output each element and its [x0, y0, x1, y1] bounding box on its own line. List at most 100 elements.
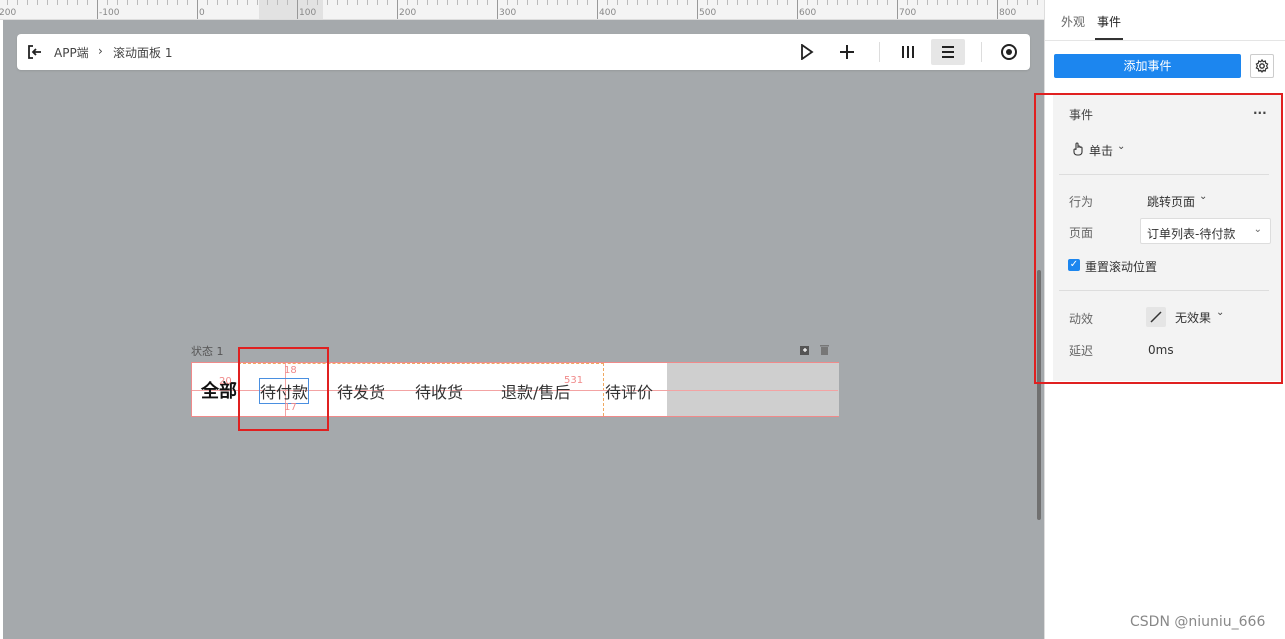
ruler-tick [707, 0, 708, 5]
ruler-tick [897, 0, 898, 19]
ruler-tick [677, 0, 678, 5]
ruler-tick [517, 0, 518, 5]
ruler-tick [837, 0, 838, 5]
ruler-tick [947, 0, 948, 5]
tab-appearance[interactable]: 外观 [1061, 13, 1085, 30]
ruler-tick [127, 0, 128, 5]
ruler-tick [557, 0, 558, 5]
ruler-tick [97, 0, 98, 19]
ruler-tick [277, 0, 278, 5]
ruler-tick [327, 0, 328, 5]
columns-icon[interactable] [896, 40, 920, 64]
ruler-tick [857, 0, 858, 5]
ruler-tick [257, 0, 258, 5]
ruler-tick [187, 0, 188, 5]
ruler-label: -100 [99, 8, 120, 18]
ruler-tick [757, 0, 758, 5]
ruler-tick [667, 0, 668, 5]
ruler-tick [927, 0, 928, 5]
ruler-tick [367, 0, 368, 5]
ruler-tick [747, 0, 748, 5]
menu-icon[interactable] [931, 39, 965, 65]
ruler-tick [1007, 0, 1008, 5]
ruler-tick [267, 0, 268, 5]
ruler-tick [437, 0, 438, 5]
state-label: 状态 1 [191, 345, 224, 358]
breadcrumb-root[interactable]: APP端 [54, 44, 89, 61]
breadcrumb-current: 滚动面板 1 [113, 46, 173, 60]
ruler-tick [67, 0, 68, 5]
ruler-tick [547, 0, 548, 5]
ruler-tick [717, 0, 718, 5]
ruler-tick [487, 0, 488, 5]
measure-right: 531 [564, 375, 584, 386]
component-actions [800, 344, 830, 355]
exit-icon[interactable] [25, 42, 45, 62]
toolbar-divider [879, 42, 880, 62]
ruler-tick [967, 0, 968, 5]
tab-pending-shipment[interactable]: 待发货 [337, 379, 385, 403]
ruler-tick [1017, 0, 1018, 5]
highlight-box [238, 347, 329, 431]
ruler-tick [587, 0, 588, 5]
tab-refund[interactable]: 退款/售后 [501, 379, 570, 403]
ruler-tick [207, 0, 208, 5]
ruler-tick [827, 0, 828, 5]
ruler-tick [87, 0, 88, 5]
design-canvas[interactable]: 200 -100 0 100 200 300 400 500 600 700 800 APP端 › … [0, 0, 1044, 639]
highlight-box [1034, 93, 1283, 384]
tab-events[interactable]: 事件 [1097, 13, 1121, 30]
ruler-tick [917, 0, 918, 5]
ruler-tick [137, 0, 138, 5]
ruler-tick [617, 0, 618, 5]
horizontal-ruler: 200 -100 0 100 200 300 400 500 600 700 800 [0, 0, 1044, 20]
watermark: CSDN @niuniu_666 [1130, 614, 1266, 630]
ruler-tick [37, 0, 38, 5]
add-event-button[interactable]: 添加事件 [1054, 54, 1241, 78]
ruler-label: 400 [599, 8, 617, 18]
target-icon[interactable] [997, 40, 1021, 64]
ruler-tick [727, 0, 728, 5]
ruler-tick [597, 0, 598, 19]
ruler-tick [307, 0, 308, 5]
ruler-tick [497, 0, 498, 19]
tab-pending-review[interactable]: 待评价 [605, 379, 653, 403]
play-icon[interactable] [795, 40, 819, 64]
ruler-tick [17, 0, 18, 5]
ruler-tick [687, 0, 688, 5]
ruler-tick [847, 0, 848, 5]
ruler-tick [347, 0, 348, 5]
plus-icon[interactable] [835, 40, 859, 64]
ruler-tick [527, 0, 528, 5]
ruler-tick [627, 0, 628, 5]
ruler-tick [27, 0, 28, 5]
breadcrumb-separator: › [98, 44, 103, 58]
ruler-label: 0 [199, 8, 205, 18]
measure-left: 20 [219, 376, 232, 387]
ruler-tick [157, 0, 158, 5]
ruler-tick [607, 0, 608, 5]
duplicate-icon[interactable] [800, 344, 811, 355]
ruler-tick [637, 0, 638, 5]
ruler-tick [657, 0, 658, 5]
ruler-tick [337, 0, 338, 5]
ruler-tick [647, 0, 648, 5]
ruler-tick [937, 0, 938, 5]
ruler-tick [427, 0, 428, 5]
ruler-tick [197, 0, 198, 19]
ruler-tick [387, 0, 388, 5]
trash-icon[interactable] [819, 344, 830, 355]
ruler-tick [797, 0, 798, 19]
ruler-tick [237, 0, 238, 5]
ruler-tick [397, 0, 398, 19]
ruler-tick [977, 0, 978, 5]
ruler-tick [47, 0, 48, 5]
ruler-tick [507, 0, 508, 5]
ruler-label: 200 [399, 8, 417, 18]
ruler-tick [817, 0, 818, 5]
tabs-divider [1045, 40, 1285, 41]
ruler-tick [987, 0, 988, 5]
gear-icon[interactable] [1250, 54, 1274, 78]
tab-pending-receipt[interactable]: 待收货 [415, 379, 463, 403]
ruler-tick [877, 0, 878, 5]
